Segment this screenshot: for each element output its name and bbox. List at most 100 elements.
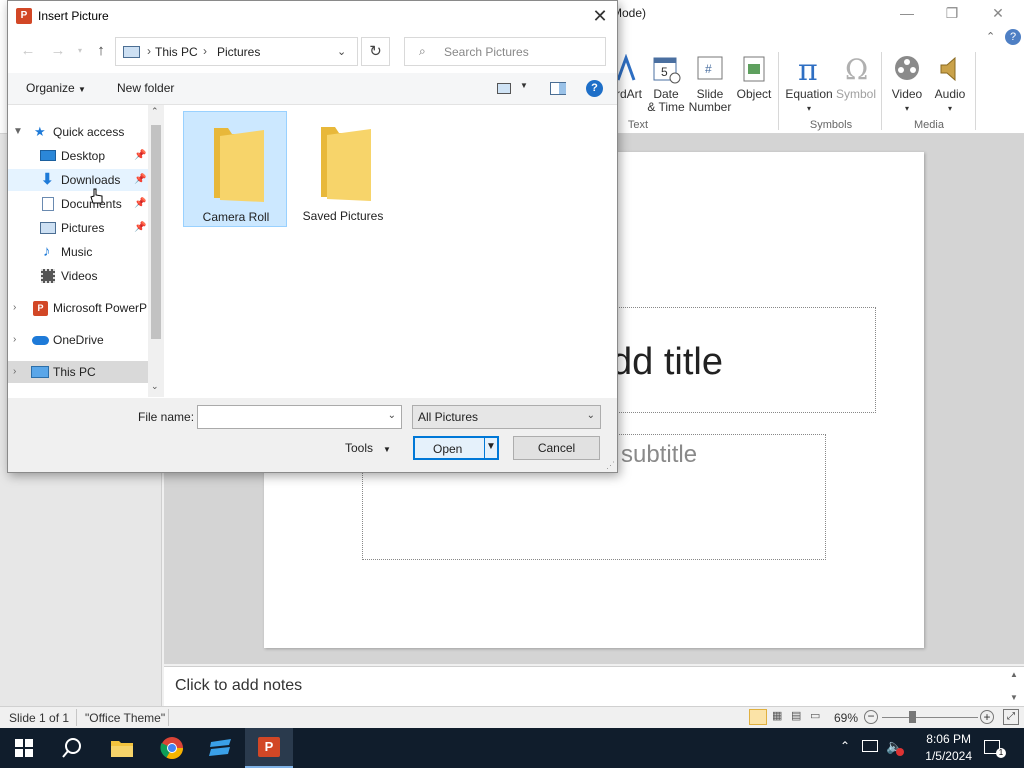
folder-icon — [321, 127, 371, 201]
ribbon-separator — [778, 52, 779, 130]
chevron-down-icon[interactable]: ⌄ — [337, 45, 346, 58]
pin-icon[interactable]: 📌 — [134, 193, 146, 215]
show-hidden-icons[interactable]: ⌃ — [840, 739, 850, 753]
nav-desktop[interactable]: Desktop 📌 — [8, 145, 148, 167]
dialog-footer: File name: ⌄ All Pictures ⌄ Tools ▼ Open… — [8, 398, 617, 472]
address-row: ← → ▾ ↑ › This PC › Pictures ⌄ ↻ ⌕ Searc… — [8, 36, 617, 68]
scrollbar-thumb[interactable] — [151, 125, 161, 339]
nav-microsoft-powerpoint[interactable]: › P Microsoft PowerP — [8, 297, 148, 319]
expand-arrow-icon[interactable]: ▼ — [13, 121, 23, 143]
system-clock[interactable]: 8:06 PM 1/5/2024 — [925, 731, 972, 765]
search-button[interactable] — [48, 728, 96, 768]
object-button[interactable]: Object — [735, 54, 773, 101]
reading-view-icon[interactable]: ▤ — [791, 709, 801, 722]
symbol-button[interactable]: Ω Symbol — [836, 54, 876, 101]
pin-icon[interactable]: 📌 — [134, 217, 146, 239]
back-arrow-icon[interactable]: ← — [18, 41, 38, 61]
mouse-cursor-icon — [90, 188, 103, 204]
chrome-button[interactable] — [148, 728, 196, 768]
nav-onedrive[interactable]: › OneDrive — [8, 329, 148, 351]
powerpoint-taskbar-button[interactable]: P — [245, 728, 293, 768]
video-button[interactable]: Video ▾ — [887, 54, 927, 115]
scroll-up-icon[interactable]: ⌃ — [151, 106, 159, 117]
help-icon[interactable]: ? — [586, 80, 603, 97]
search-input[interactable]: ⌕ Search Pictures — [404, 37, 606, 66]
view-options-icon[interactable] — [497, 83, 511, 94]
open-dropdown-icon[interactable]: ▼ — [486, 441, 496, 452]
group-label-symbols: Symbols — [809, 119, 853, 131]
cancel-button[interactable]: Cancel — [513, 436, 600, 460]
open-button[interactable]: Open ▼ — [413, 436, 499, 460]
minimize-icon[interactable]: — — [896, 4, 918, 22]
app-button[interactable] — [197, 728, 245, 768]
slideshow-icon[interactable]: ▭ — [810, 709, 820, 722]
audio-button[interactable]: Audio ▾ — [930, 54, 970, 115]
breadcrumb-pictures[interactable]: Pictures — [217, 45, 260, 59]
tools-button[interactable]: Tools ▼ — [345, 441, 391, 455]
zoom-slider[interactable] — [882, 717, 978, 718]
nav-documents[interactable]: Documents 📌 — [8, 193, 148, 215]
close-icon[interactable]: ✕ — [589, 5, 611, 27]
nav-downloads[interactable]: ⬇ Downloads 📌 — [8, 169, 148, 191]
view-dropdown-icon[interactable]: ▼ — [520, 81, 528, 90]
help-icon[interactable]: ? — [1005, 29, 1021, 45]
slide-number-button[interactable]: # Slide Number — [688, 54, 732, 114]
pin-icon[interactable]: 📌 — [134, 145, 146, 167]
scroll-up-icon[interactable]: ▲ — [1010, 670, 1018, 679]
start-button[interactable] — [0, 728, 48, 768]
zoom-slider-thumb[interactable] — [909, 711, 916, 723]
nav-pictures[interactable]: Pictures 📌 — [8, 217, 148, 239]
preview-pane-icon[interactable] — [550, 82, 566, 95]
address-bar[interactable]: › This PC › Pictures ⌄ — [115, 37, 358, 66]
slide-sorter-icon[interactable]: ▦ — [772, 709, 782, 722]
download-arrow-icon: ⬇ — [41, 171, 54, 188]
nav-scrollbar[interactable]: ⌃ ⌄ — [148, 105, 164, 397]
organize-button[interactable]: Organize ▼ — [26, 81, 86, 95]
refresh-icon: ↻ — [369, 43, 382, 60]
nav-this-pc[interactable]: › This PC — [8, 361, 148, 383]
file-name-input[interactable]: ⌄ — [197, 405, 402, 429]
new-folder-button[interactable]: New folder — [117, 81, 174, 95]
zoom-out-icon[interactable]: − — [864, 710, 878, 724]
chevron-down-icon[interactable]: ⌄ — [388, 410, 396, 421]
network-icon[interactable] — [862, 740, 878, 752]
resize-grip-icon[interactable]: ⋰ — [606, 460, 615, 471]
breadcrumb-this-pc[interactable]: This PC — [155, 45, 198, 59]
folder-camera-roll[interactable]: Camera Roll — [183, 111, 287, 227]
nav-quick-access[interactable]: ▼ ★ Quick access — [8, 121, 148, 143]
recent-locations-icon[interactable]: ▾ — [70, 41, 90, 61]
zoom-level[interactable]: 69% — [834, 711, 858, 725]
svg-text:Ω: Ω — [845, 54, 868, 84]
nav-music[interactable]: ♪ Music — [8, 241, 148, 263]
up-arrow-icon[interactable]: ↑ — [91, 41, 111, 61]
dialog-toolbar: Organize ▼ New folder ▼ ? — [8, 73, 617, 105]
pin-icon[interactable]: 📌 — [134, 169, 146, 191]
scroll-down-icon[interactable]: ▼ — [1010, 693, 1018, 702]
normal-view-icon[interactable] — [749, 709, 767, 725]
folder-saved-pictures[interactable]: Saved Pictures — [291, 111, 395, 227]
expand-arrow-icon[interactable]: › — [13, 361, 16, 383]
close-icon[interactable]: ✕ — [987, 4, 1009, 22]
powerpoint-icon: P — [33, 301, 48, 316]
split-divider — [484, 438, 485, 458]
date-time-button[interactable]: 5 Date & Time — [646, 54, 686, 114]
expand-arrow-icon[interactable]: › — [13, 297, 16, 319]
chevron-down-icon[interactable]: ⌄ — [587, 410, 595, 421]
equation-button[interactable]: π Equation ▾ — [784, 54, 834, 115]
fit-to-window-icon[interactable]: ⤢ — [1003, 709, 1019, 725]
refresh-button[interactable]: ↻ — [361, 37, 390, 66]
file-explorer-button[interactable] — [98, 728, 146, 768]
expand-arrow-icon[interactable]: › — [13, 329, 16, 351]
slide-number-icon: # — [697, 56, 723, 80]
restore-icon[interactable]: ❐ — [941, 4, 963, 22]
zoom-in-icon[interactable]: + — [980, 710, 994, 724]
scroll-down-icon[interactable]: ⌄ — [151, 381, 159, 392]
video-strip-icon — [41, 269, 55, 283]
nav-videos[interactable]: Videos — [8, 265, 148, 287]
object-icon — [743, 56, 765, 82]
file-type-select[interactable]: All Pictures ⌄ — [412, 405, 601, 429]
forward-arrow-icon[interactable]: → — [48, 41, 68, 61]
pictures-location-icon — [123, 46, 140, 58]
notes-pane[interactable]: Click to add notes ▲ ▼ — [164, 666, 1024, 706]
collapse-ribbon-icon[interactable]: ⌃ — [986, 30, 995, 43]
